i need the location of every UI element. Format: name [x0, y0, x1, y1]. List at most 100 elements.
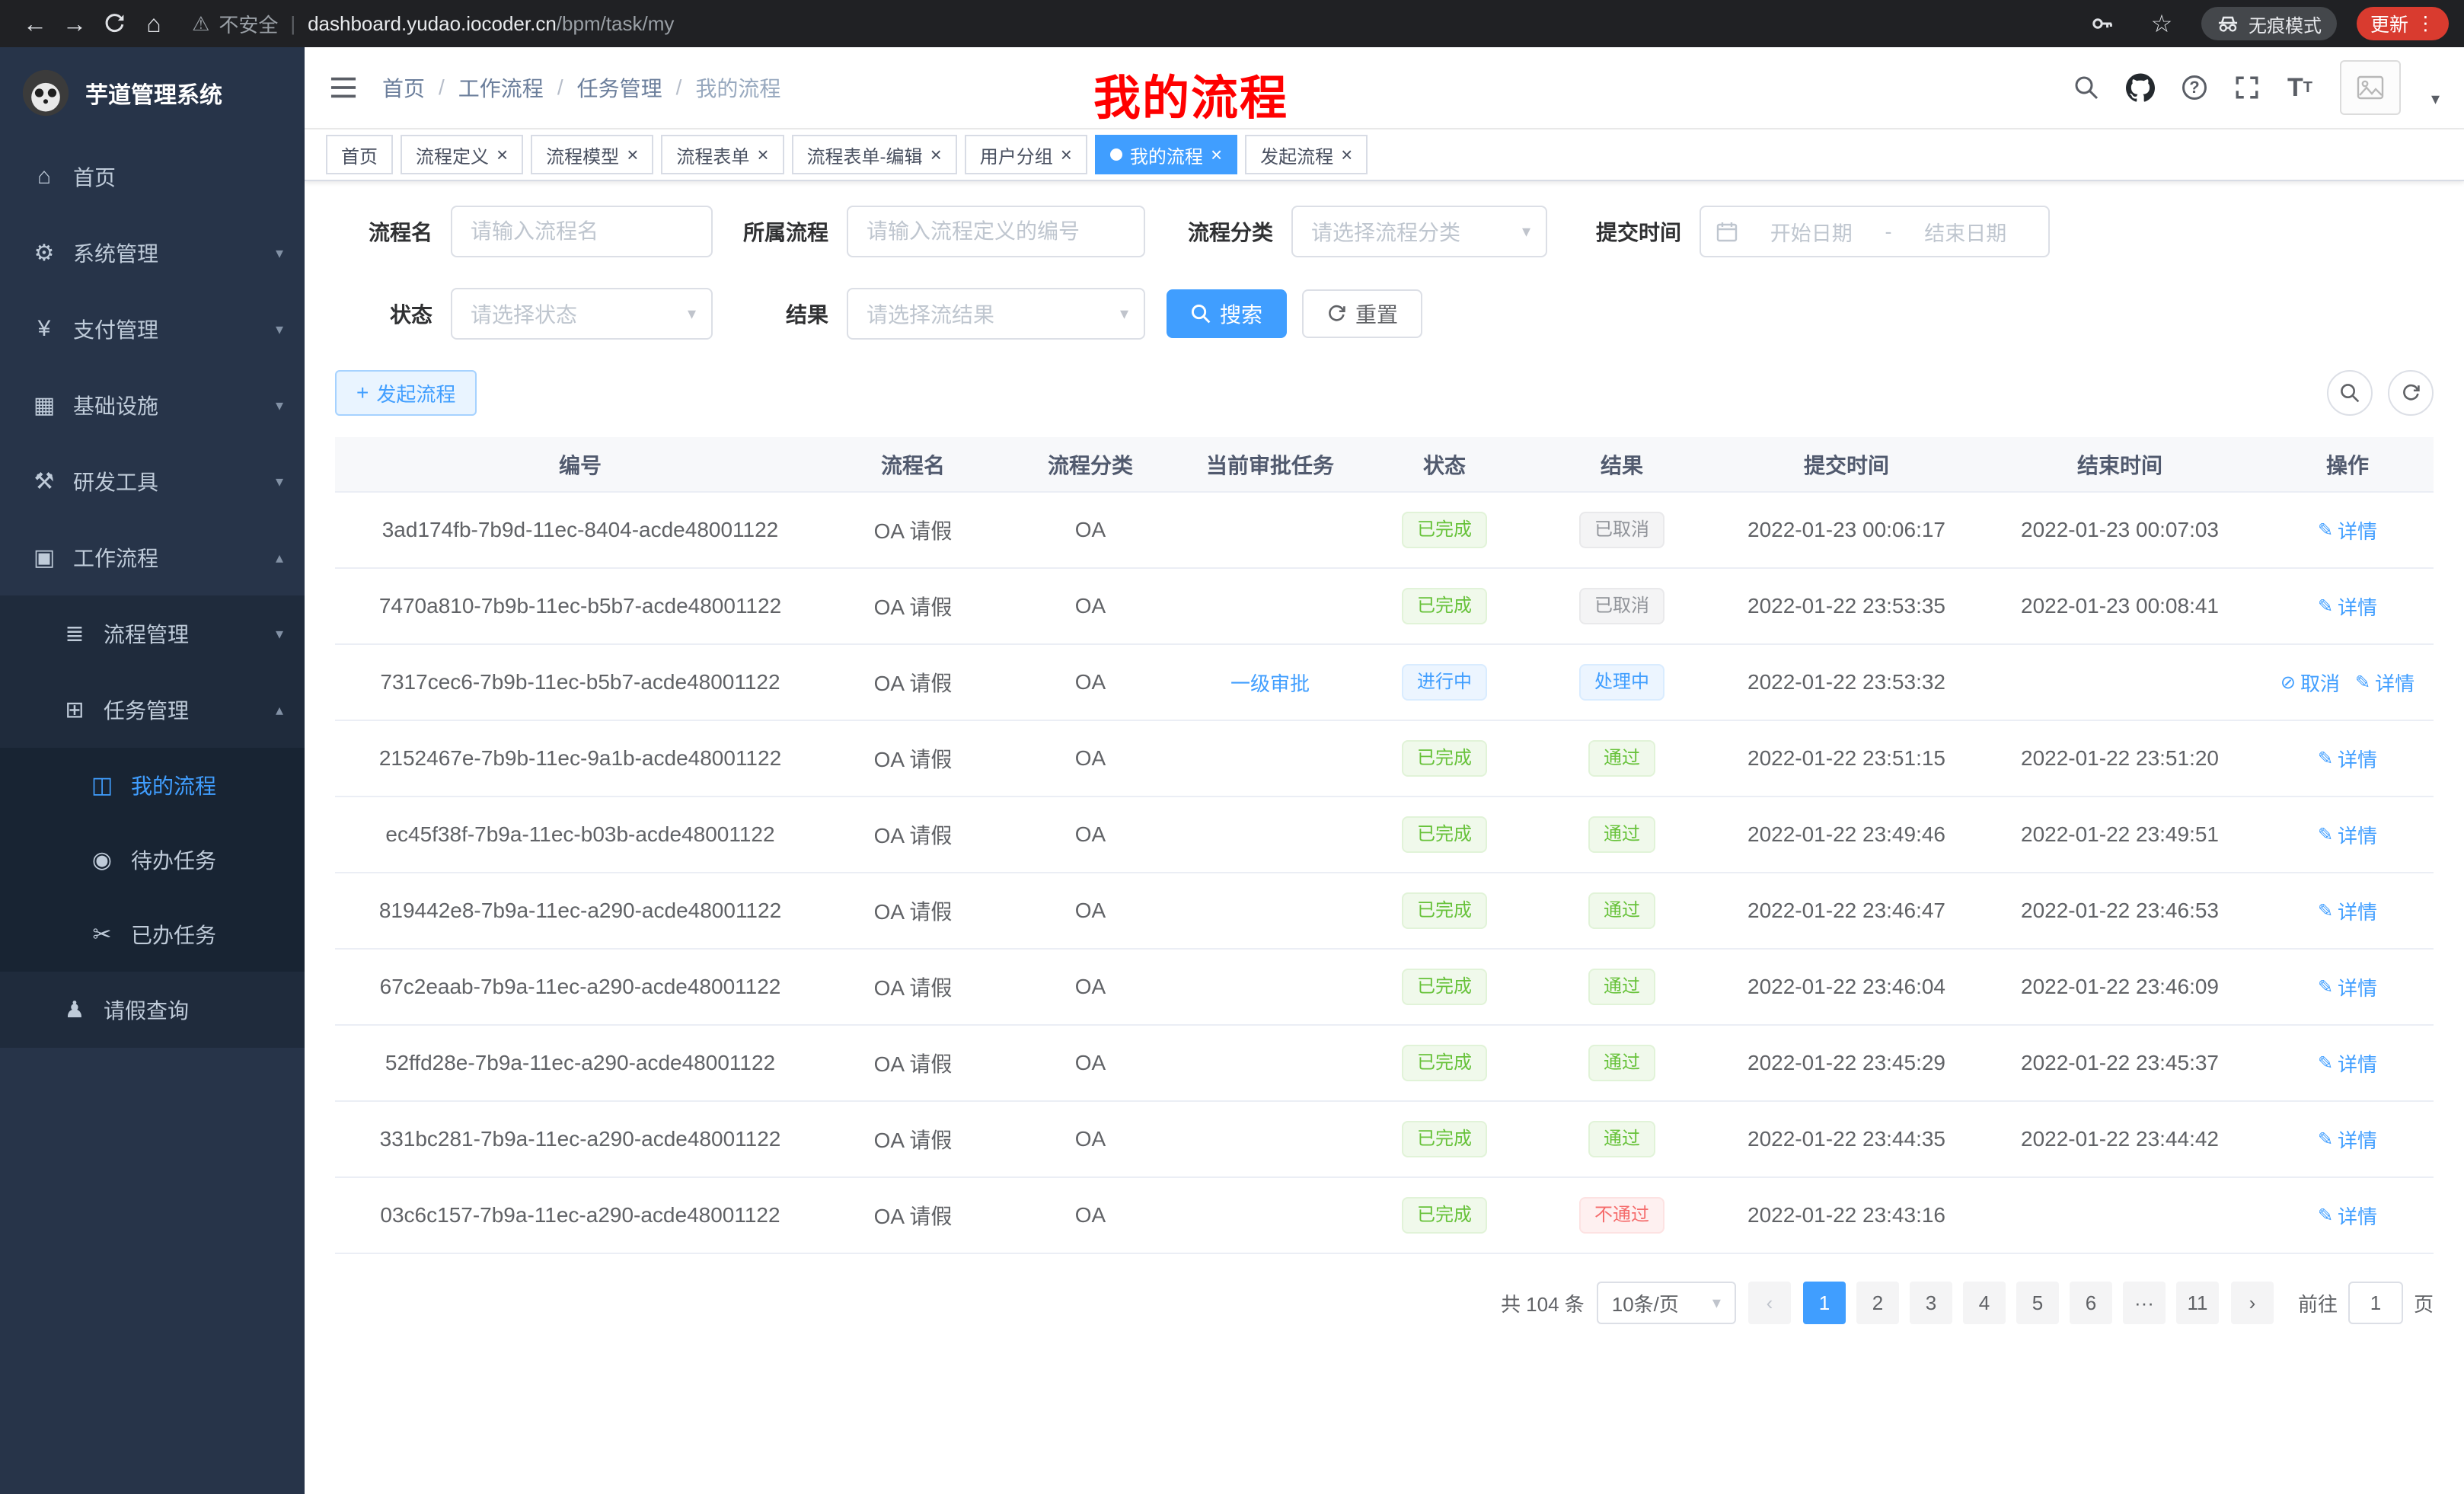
tab-item-5[interactable]: 用户分组×: [965, 135, 1087, 174]
search-button[interactable]: 搜索: [1167, 289, 1287, 338]
status-placeholder: 请选择状态: [471, 298, 678, 329]
close-icon[interactable]: ×: [930, 145, 942, 164]
close-icon[interactable]: ×: [1061, 145, 1072, 164]
detail-link[interactable]: ✎详情: [2318, 1202, 2377, 1230]
tab-item-4[interactable]: 流程表单-编辑×: [792, 135, 957, 174]
browser-home-icon[interactable]: ⌂: [134, 4, 174, 43]
detail-link[interactable]: ✎详情: [2318, 1049, 2377, 1077]
chevron-down-icon: ▾: [1712, 1293, 1721, 1313]
status-select[interactable]: 请选择状态 ▾: [451, 288, 713, 340]
column-header: 操作: [2261, 437, 2434, 492]
github-icon[interactable]: [2126, 73, 2155, 102]
result-select[interactable]: 请选择流结果 ▾: [847, 288, 1145, 340]
detail-link[interactable]: ✎详情: [2355, 669, 2415, 697]
sidebar-item-workflow[interactable]: ▣工作流程▴: [0, 519, 305, 595]
page-button-5[interactable]: 5: [2016, 1282, 2059, 1324]
tags-view-bar: 首页流程定义×流程模型×流程表单×流程表单-编辑×用户分组×我的流程×发起流程×: [305, 129, 2464, 181]
sidebar-item-infrastructure[interactable]: ▦基础设施▾: [0, 367, 305, 443]
sidebar-item-system-management[interactable]: ⚙系统管理▾: [0, 215, 305, 291]
detail-link[interactable]: ✎详情: [2318, 745, 2377, 773]
hamburger-icon[interactable]: [329, 75, 358, 101]
detail-link[interactable]: ✎详情: [2318, 516, 2377, 544]
breadcrumb-task-management[interactable]: 任务管理: [577, 72, 662, 103]
tab-item-2[interactable]: 流程模型×: [531, 135, 653, 174]
reset-button[interactable]: 重置: [1302, 289, 1422, 338]
result-tag: 已取消: [1579, 512, 1664, 548]
cell-actions: ✎详情: [2261, 949, 2434, 1025]
page-size-select[interactable]: 10条/页 ▾: [1597, 1282, 1736, 1324]
browser-back-icon[interactable]: ←: [15, 4, 55, 43]
close-icon[interactable]: ×: [496, 145, 508, 164]
browser-menu-icon[interactable]: ⋮: [2416, 12, 2435, 35]
page-button-2[interactable]: 2: [1856, 1282, 1899, 1324]
detail-link[interactable]: ✎详情: [2318, 821, 2377, 849]
cell-id: ec45f38f-7b9a-11ec-b03b-acde48001122: [335, 796, 825, 873]
bookmark-star-icon[interactable]: ☆: [2142, 4, 2182, 43]
cell-status: 已完成: [1360, 949, 1529, 1025]
app-logo[interactable]: 芋道管理系统: [0, 47, 305, 139]
sidebar-item-home[interactable]: ⌂首页: [0, 139, 305, 215]
update-button[interactable]: 更新 ⋮: [2357, 7, 2449, 40]
password-key-icon[interactable]: [2083, 4, 2122, 43]
prev-page-button[interactable]: ‹: [1748, 1282, 1791, 1324]
process-def-input[interactable]: [847, 206, 1145, 257]
page-button-6[interactable]: 6: [2070, 1282, 2112, 1324]
tab-item-7[interactable]: 发起流程×: [1245, 135, 1368, 174]
tab-item-3[interactable]: 流程表单×: [661, 135, 784, 174]
detail-link[interactable]: ✎详情: [2318, 973, 2377, 1001]
chevron-down-icon: ▾: [688, 304, 696, 324]
browser-forward-icon[interactable]: →: [55, 4, 94, 43]
update-label: 更新: [2370, 10, 2408, 37]
close-icon[interactable]: ×: [627, 145, 638, 164]
help-icon[interactable]: ?: [2182, 75, 2207, 100]
sidebar-item-process-management[interactable]: ≣流程管理▾: [0, 595, 305, 672]
browser-reload-icon[interactable]: [94, 4, 134, 43]
avatar[interactable]: [2340, 60, 2401, 115]
sidebar-item-task-management[interactable]: ⊞任务管理▴: [0, 672, 305, 748]
create-process-button[interactable]: + 发起流程: [335, 370, 477, 416]
process-name-input[interactable]: [451, 206, 713, 257]
sidebar-item-payment-management[interactable]: ¥支付管理▾: [0, 291, 305, 367]
breadcrumb-workflow[interactable]: 工作流程: [458, 72, 544, 103]
page-button-1[interactable]: 1: [1803, 1282, 1846, 1324]
close-icon[interactable]: ×: [757, 145, 768, 164]
current-task-link[interactable]: 一级审批: [1230, 672, 1310, 695]
detail-link[interactable]: ✎详情: [2318, 897, 2377, 925]
user-icon: ♟: [61, 997, 88, 1023]
fullscreen-icon[interactable]: [2234, 75, 2260, 101]
breadcrumb-home[interactable]: 首页: [382, 72, 425, 103]
sidebar-item-todo-tasks[interactable]: ◉待办任务: [0, 822, 305, 897]
font-size-icon[interactable]: TT: [2287, 75, 2312, 101]
category-select[interactable]: 请选择流程分类 ▾: [1291, 206, 1547, 257]
cancel-link[interactable]: ⊘取消: [2280, 669, 2340, 697]
cell-status: 已完成: [1360, 720, 1529, 796]
jump-page-input[interactable]: [2348, 1282, 2403, 1324]
detail-link[interactable]: ✎详情: [2318, 1125, 2377, 1154]
sidebar-item-done-tasks[interactable]: ✂已办任务: [0, 897, 305, 972]
sidebar-item-leave-query[interactable]: ♟请假查询: [0, 972, 305, 1048]
sidebar-item-dev-tools[interactable]: ⚒研发工具▾: [0, 443, 305, 519]
close-icon[interactable]: ×: [1211, 145, 1222, 164]
page-button-4[interactable]: 4: [1963, 1282, 2006, 1324]
page-button-11[interactable]: 11: [2176, 1282, 2219, 1324]
header-search-icon[interactable]: [2074, 75, 2099, 100]
tab-item-0[interactable]: 首页: [326, 135, 393, 174]
date-range-picker[interactable]: 开始日期 - 结束日期: [1700, 206, 2050, 257]
pages-ellipsis[interactable]: ···: [2123, 1282, 2166, 1324]
page-button-3[interactable]: 3: [1910, 1282, 1952, 1324]
tab-item-6[interactable]: 我的流程×: [1095, 135, 1237, 174]
sidebar-item-my-process[interactable]: ◫我的流程: [0, 748, 305, 822]
tab-item-1[interactable]: 流程定义×: [401, 135, 523, 174]
avatar-caret-icon[interactable]: ▾: [2431, 89, 2440, 109]
detail-link[interactable]: ✎详情: [2318, 592, 2377, 621]
table-search-toggle-button[interactable]: [2327, 370, 2373, 416]
next-page-button[interactable]: ›: [2231, 1282, 2274, 1324]
table-refresh-button[interactable]: [2388, 370, 2434, 416]
breadcrumb-current: 我的流程: [695, 72, 780, 103]
result-tag: 通过: [1588, 816, 1655, 853]
breadcrumb-separator: /: [676, 75, 682, 100]
table-row: 03c6c157-7b9a-11ec-a290-acde48001122OA 请…: [335, 1177, 2434, 1253]
address-bar[interactable]: dashboard.yudao.iocoder.cn/bpm/task/my: [308, 12, 674, 36]
security-indicator[interactable]: ⚠ 不安全: [192, 10, 278, 38]
close-icon[interactable]: ×: [1341, 145, 1352, 164]
